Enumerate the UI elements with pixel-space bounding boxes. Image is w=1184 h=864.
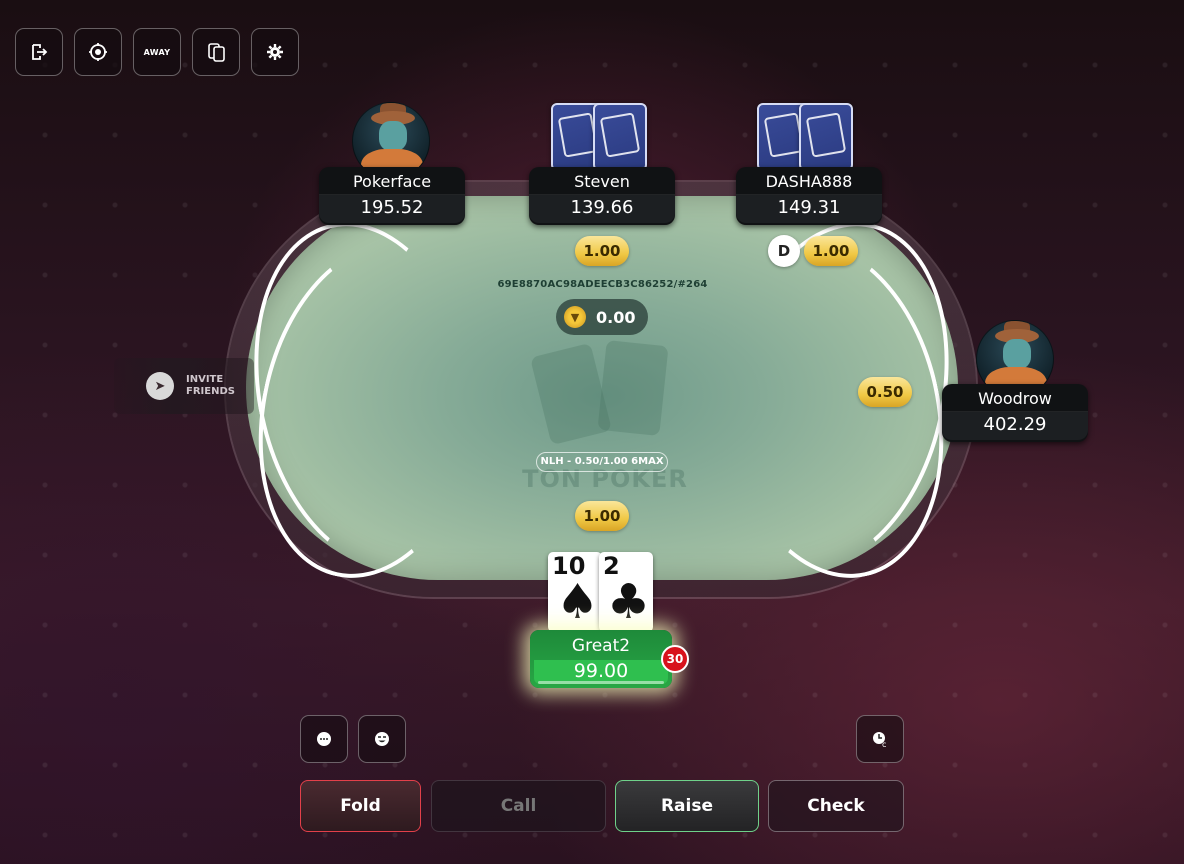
hand-id: 69E8870AC98ADEECB3C86252/#264 (497, 279, 708, 290)
card-suit: ♣ (607, 574, 651, 630)
turn-progress-bar (538, 681, 664, 684)
pot-display: ▼ 0.00 (556, 299, 648, 335)
player-stack: 195.52 (319, 195, 465, 223)
seat-steven[interactable]: Steven 139.66 (529, 167, 675, 225)
player-stack: 139.66 (529, 195, 675, 223)
player-stack: 402.29 (942, 412, 1088, 440)
invite-label: INVITE FRIENDS (186, 374, 235, 398)
player-name: Great2 (571, 636, 631, 656)
seat-hero[interactable]: Great2 99.00 (530, 630, 672, 688)
chat-button[interactable] (300, 715, 348, 763)
bet-steven: 1.00 (575, 236, 629, 266)
chat-icon (317, 732, 331, 746)
bet-woodrow: 0.50 (858, 377, 912, 407)
cards-icon (208, 43, 225, 62)
turn-timer: 30 (661, 645, 689, 673)
clock-icon: c (873, 732, 886, 748)
away-label: AWAY (143, 47, 171, 57)
bet-hero: 1.00 (575, 501, 629, 531)
invite-line-2: FRIENDS (186, 386, 235, 397)
rebuy-button[interactable] (74, 28, 122, 76)
game-info-badge: NLH - 0.50/1.00 6MAX (536, 452, 668, 472)
emoji-button[interactable] (358, 715, 406, 763)
cards-button[interactable] (192, 28, 240, 76)
chip-icon (89, 43, 107, 61)
player-name: Steven (529, 167, 675, 195)
hero-card-1: 10 ♠ (548, 552, 602, 632)
svg-text:c: c (882, 740, 886, 748)
bet-dasha: 1.00 (804, 236, 858, 266)
away-button[interactable]: AWAY (133, 28, 181, 76)
dealer-button: D (768, 235, 800, 267)
player-name: Woodrow (942, 384, 1088, 412)
call-button[interactable]: Call (431, 780, 606, 832)
settings-button[interactable] (251, 28, 299, 76)
invite-friends-button[interactable]: ➤ INVITE FRIENDS (114, 358, 254, 414)
exit-button[interactable] (15, 28, 63, 76)
gear-icon (267, 44, 283, 60)
watermark-card-back (530, 342, 612, 446)
exit-icon (32, 44, 48, 60)
seat-woodrow[interactable]: Woodrow 402.29 (942, 384, 1088, 442)
card-back (799, 103, 853, 171)
player-name: Pokerface (319, 167, 465, 195)
watermark-card-front (597, 340, 669, 436)
raise-button[interactable]: Raise (615, 780, 759, 832)
top-toolbar: AWAY (15, 28, 299, 76)
seat-dasha888[interactable]: DASHA888 149.31 (736, 167, 882, 225)
player-stack: 149.31 (736, 195, 882, 223)
card-back (593, 103, 647, 171)
check-button[interactable]: Check (768, 780, 904, 832)
telegram-icon: ➤ (146, 372, 174, 400)
emoji-icon (375, 732, 389, 746)
hero-card-2: 2 ♣ (599, 552, 653, 632)
pot-amount: 0.00 (596, 307, 636, 327)
invite-line-1: INVITE (186, 374, 224, 385)
player-name: DASHA888 (736, 167, 882, 195)
seat-pokerface[interactable]: Pokerface 195.52 (319, 167, 465, 225)
time-bank-button[interactable]: c (856, 715, 904, 763)
card-suit: ♠ (556, 574, 600, 630)
pot-chip-icon: ▼ (564, 306, 586, 328)
fold-button[interactable]: Fold (300, 780, 421, 832)
